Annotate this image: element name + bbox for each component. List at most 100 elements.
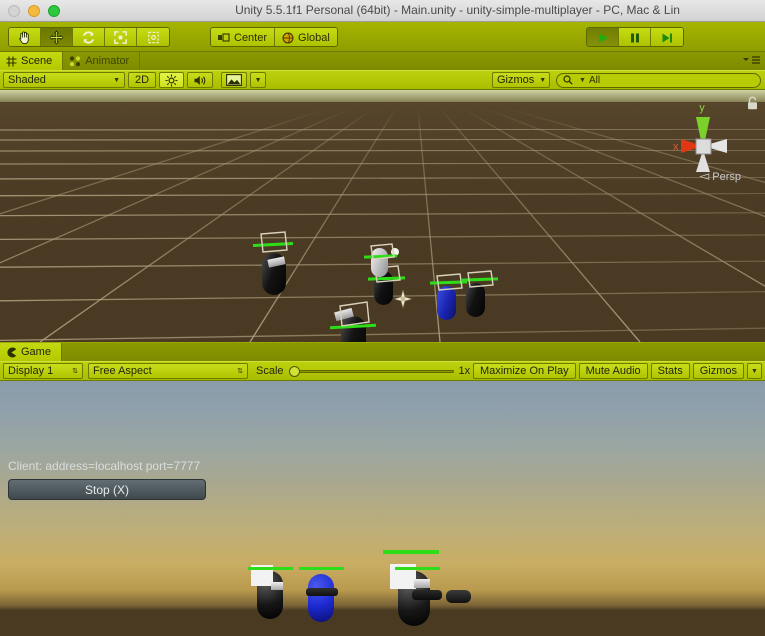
hand-icon <box>19 31 29 45</box>
chevron-down-icon: ▼ <box>751 367 758 375</box>
scene-gizmos-label: Gizmos <box>497 74 535 86</box>
scene-viewport[interactable]: y x ◅ Persp <box>0 90 765 342</box>
selection-outline <box>260 231 288 253</box>
panel-menu-icon <box>743 56 760 64</box>
chevron-down-icon: ▼ <box>254 76 262 84</box>
maximize-on-play-label: Maximize On Play <box>479 365 569 377</box>
step-button[interactable] <box>651 28 683 46</box>
capsule-body <box>308 574 334 622</box>
scene-audio-toggle[interactable] <box>187 72 214 88</box>
pivot-mode-button[interactable]: Center <box>211 27 276 46</box>
two-d-label: 2D <box>135 74 150 86</box>
playback-controls <box>586 27 684 47</box>
game-gizmos-button[interactable]: Gizmos <box>692 363 744 379</box>
player-capsule[interactable] <box>262 253 286 295</box>
pause-icon <box>630 33 639 43</box>
effects-image-icon <box>226 74 243 86</box>
chevron-down-icon: ▼ <box>539 76 547 84</box>
stats-button[interactable]: Stats <box>650 363 690 379</box>
game-toolbar-right: Maximize On Play Mute Audio Stats Gizmos… <box>470 363 762 379</box>
game-tab-row: Game <box>0 343 765 361</box>
tab-scene[interactable]: Scene <box>0 52 64 70</box>
mute-audio-label: Mute Audio <box>585 365 641 377</box>
player-capsule[interactable] <box>390 564 471 626</box>
capsule-gun-barrel <box>446 590 471 603</box>
pause-button[interactable] <box>619 28 651 46</box>
network-status-text: Client: address=localhost port=7777 <box>8 459 201 473</box>
player-capsule[interactable] <box>306 574 338 622</box>
audio-speaker-icon <box>194 75 206 85</box>
scale-tool-button[interactable] <box>105 27 137 46</box>
gizmo-axis-x-label: x <box>673 141 679 153</box>
stop-button[interactable]: Stop (X) <box>8 479 206 500</box>
move-tool-button[interactable] <box>41 27 73 46</box>
scene-effects-dropdown[interactable]: ▼ <box>250 72 267 88</box>
game-view-toolbar: Display 1 ⇅ Free Aspect ⇅ Scale 1x Maxim… <box>0 361 765 381</box>
health-bar <box>395 567 440 570</box>
capsule-gun <box>412 590 442 600</box>
slider-track <box>288 369 454 373</box>
game-gizmos-label: Gizmos <box>699 365 737 377</box>
space-mode-button[interactable]: Global <box>275 27 337 46</box>
move-icon <box>49 30 64 45</box>
scene-effects-button[interactable] <box>221 72 248 88</box>
lighting-sun-icon <box>165 74 178 86</box>
rect-tool-button[interactable] <box>137 27 169 46</box>
pivot-space-group: Center Global <box>210 26 338 47</box>
pivot-center-icon <box>218 32 230 42</box>
tab-game[interactable]: Game <box>0 343 62 361</box>
game-aspect-dropdown[interactable]: Free Aspect ⇅ <box>88 363 248 379</box>
tab-scene-label: Scene <box>21 55 53 67</box>
play-button[interactable] <box>587 28 619 46</box>
stop-button-label: Stop (X) <box>84 482 129 497</box>
tab-animator[interactable]: Animator <box>63 52 141 70</box>
scene-search-value: All <box>588 74 601 86</box>
scene-lighting-toggle[interactable] <box>159 72 185 88</box>
space-mode-label: Global <box>298 31 330 44</box>
scene-pivot-handle[interactable] <box>394 290 412 308</box>
draw-mode-label: Shaded <box>8 74 46 86</box>
hand-tool-button[interactable] <box>9 27 41 46</box>
stats-label: Stats <box>657 365 683 377</box>
slider-handle[interactable] <box>288 365 300 377</box>
game-scale-slider[interactable] <box>288 365 454 377</box>
game-viewport[interactable]: Client: address=localhost port=7777 Stop… <box>0 381 765 636</box>
rotate-tool-button[interactable] <box>73 27 105 46</box>
maximize-on-play-button[interactable]: Maximize On Play <box>472 363 576 379</box>
game-scale-control[interactable]: Scale 1x <box>256 365 470 377</box>
scene-search-input[interactable]: ▼ All <box>556 72 761 88</box>
chevron-down-icon: ▼ <box>579 76 586 84</box>
tab-game-label: Game <box>21 346 51 358</box>
globe-icon <box>282 32 294 43</box>
gizmo-axis-y-label: y <box>699 102 705 114</box>
title-bar: Unity 5.5.1f1 Personal (64bit) - Main.un… <box>0 0 765 22</box>
scene-projection-text: Persp <box>712 171 741 183</box>
scene-panel: Scene Animator Shaded ▼ 2D ▼ Gizmos ▼ ▼ … <box>0 52 765 343</box>
main-toolbar: Center Global <box>0 22 765 52</box>
game-display-dropdown[interactable]: Display 1 ⇅ <box>3 363 83 379</box>
selection-outline <box>467 270 494 288</box>
lock-icon[interactable] <box>746 96 759 111</box>
game-scale-value: 1x <box>458 365 471 377</box>
mute-audio-button[interactable]: Mute Audio <box>578 363 648 379</box>
player-capsule[interactable] <box>251 565 283 619</box>
scene-grid-icon <box>6 56 17 66</box>
scene-gizmos-dropdown[interactable]: Gizmos ▼ <box>492 72 550 88</box>
two-d-toggle-button[interactable]: 2D <box>128 72 157 88</box>
selection-outline <box>339 301 370 327</box>
game-panel: Game Display 1 ⇅ Free Aspect ⇅ Scale 1x <box>0 343 765 636</box>
game-sky-gradient <box>0 381 765 636</box>
rotate-icon <box>82 31 95 44</box>
updown-arrows-icon: ⇅ <box>72 368 78 375</box>
transform-tools-group <box>8 26 170 47</box>
draw-mode-dropdown[interactable]: Shaded ▼ <box>3 72 125 88</box>
game-gizmos-dropdown[interactable]: ▼ <box>747 363 762 379</box>
game-ground-plane <box>0 623 765 636</box>
scene-view-toolbar: Shaded ▼ 2D ▼ Gizmos ▼ ▼ All <box>0 70 765 90</box>
scene-panel-menu-button[interactable] <box>741 55 761 68</box>
health-bar <box>248 567 293 570</box>
scene-projection-label[interactable]: ◅ Persp <box>699 168 741 184</box>
game-aspect-label: Free Aspect <box>93 365 152 377</box>
search-icon <box>563 75 573 85</box>
play-icon <box>598 33 608 43</box>
